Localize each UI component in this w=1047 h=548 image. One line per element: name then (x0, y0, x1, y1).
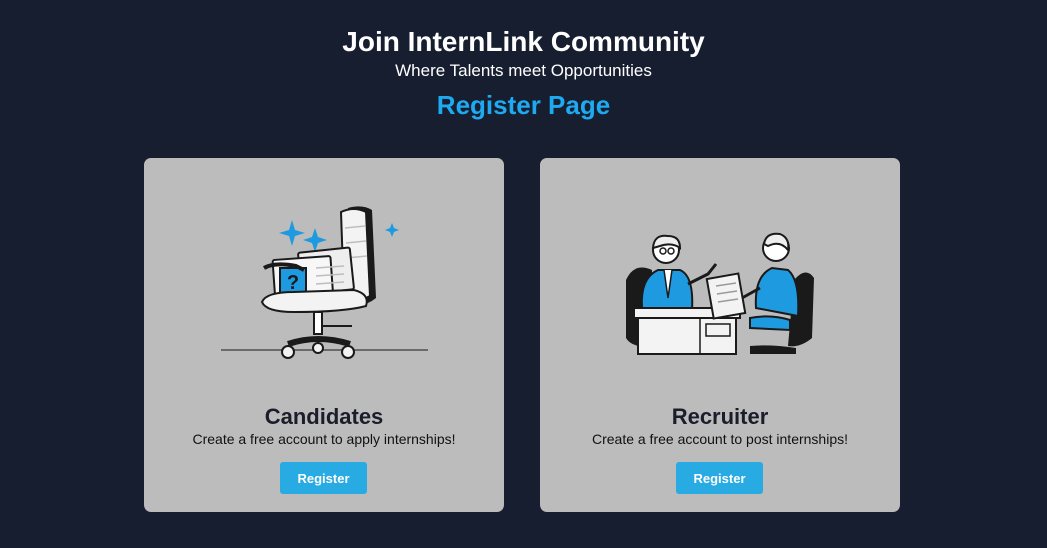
candidates-card: ? Candidates Create a free account to ap… (144, 158, 504, 512)
svg-text:?: ? (287, 272, 299, 294)
interview-meeting-illustration (626, 232, 814, 355)
card-title: Candidates (264, 404, 384, 429)
page-title: Join InternLink Community (342, 26, 705, 57)
card-description: Create a free account to apply internshi… (192, 431, 456, 447)
register-page-heading: Register Page (436, 90, 611, 120)
empty-chair-question-illustration: ? (221, 206, 428, 359)
card-description: Create a free account to post internship… (591, 431, 849, 447)
page-subtitle: Where Talents meet Opportunities (395, 61, 652, 80)
card-title: Recruiter (671, 404, 769, 429)
recruiter-card: Recruiter Create a free account to post … (540, 158, 900, 512)
recruiter-register-button[interactable]: Register (676, 462, 763, 494)
candidates-register-button[interactable]: Register (280, 462, 367, 494)
